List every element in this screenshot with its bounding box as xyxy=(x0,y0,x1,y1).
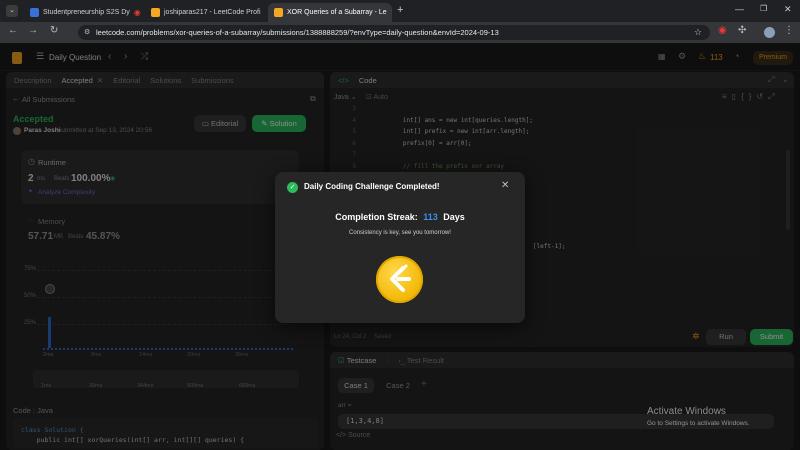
tab-title: joshiparas217 - LeetCode Profi xyxy=(164,9,261,16)
url-field[interactable]: ⚙ leetcode.com/problems/xor-queries-of-a… xyxy=(78,25,710,40)
streak-value: 113 xyxy=(423,212,438,222)
reload-icon[interactable]: ↻ xyxy=(50,25,58,36)
new-tab-button[interactable]: + xyxy=(397,4,403,16)
extensions-puzzle-icon[interactable]: ✣ xyxy=(738,25,746,36)
activate-windows-title: Activate Windows xyxy=(647,406,726,417)
leetcode-coin-icon xyxy=(376,256,423,303)
tab-list-button[interactable]: ⌄ xyxy=(6,5,18,17)
modal-close-button[interactable]: ✕ xyxy=(501,180,509,191)
check-circle-icon: ✓ xyxy=(287,182,298,193)
leetcode-favicon-icon xyxy=(151,8,160,17)
browser-tab-1[interactable]: Studentpreneurship S2S Dy ◉ ✕ xyxy=(24,3,144,22)
url-text: leetcode.com/problems/xor-queries-of-a-s… xyxy=(96,28,499,37)
bookmark-star-icon[interactable]: ☆ xyxy=(694,25,702,40)
site-info-icon[interactable]: ⚙ xyxy=(84,25,90,40)
back-icon[interactable]: ← xyxy=(8,25,18,36)
activate-windows-subtitle: Go to Settings to activate Windows. xyxy=(647,420,750,427)
close-window-icon[interactable]: ✕ xyxy=(784,4,792,15)
forward-icon[interactable]: → xyxy=(28,25,38,36)
streak-label: Completion Streak: xyxy=(335,212,418,222)
modal-title: Daily Coding Challenge Completed! xyxy=(304,182,440,191)
browser-menu-icon[interactable]: ⋮ xyxy=(784,25,794,36)
extension-icon-red[interactable]: ◉ xyxy=(718,25,727,36)
minimize-icon[interactable]: — xyxy=(735,4,744,14)
profile-avatar[interactable] xyxy=(764,27,775,38)
streak-line: Completion Streak: 113 Days xyxy=(275,212,525,222)
leetcode-favicon-icon xyxy=(274,8,283,17)
tab-favicon-icon xyxy=(30,8,39,17)
tab-title: Studentpreneurship S2S Dy xyxy=(43,9,130,16)
streak-unit: Days xyxy=(443,212,465,222)
browser-tab-3-active[interactable]: XOR Queries of a Subarray - Le ✕ xyxy=(268,3,392,22)
modal-message: Consistency is key, see you tomorrow! xyxy=(349,230,451,236)
browser-tab-2[interactable]: joshiparas217 - LeetCode Profi ✕ xyxy=(145,3,265,22)
maximize-icon[interactable]: ❐ xyxy=(760,4,767,13)
leetcode-logo-icon xyxy=(390,264,411,292)
tab-title: XOR Queries of a Subarray - Le xyxy=(287,9,387,16)
recording-icon: ◉ xyxy=(133,8,141,17)
daily-challenge-modal: ✓ Daily Coding Challenge Completed! ✕ Co… xyxy=(275,172,525,323)
close-tab-icon[interactable]: ✕ xyxy=(391,8,392,17)
